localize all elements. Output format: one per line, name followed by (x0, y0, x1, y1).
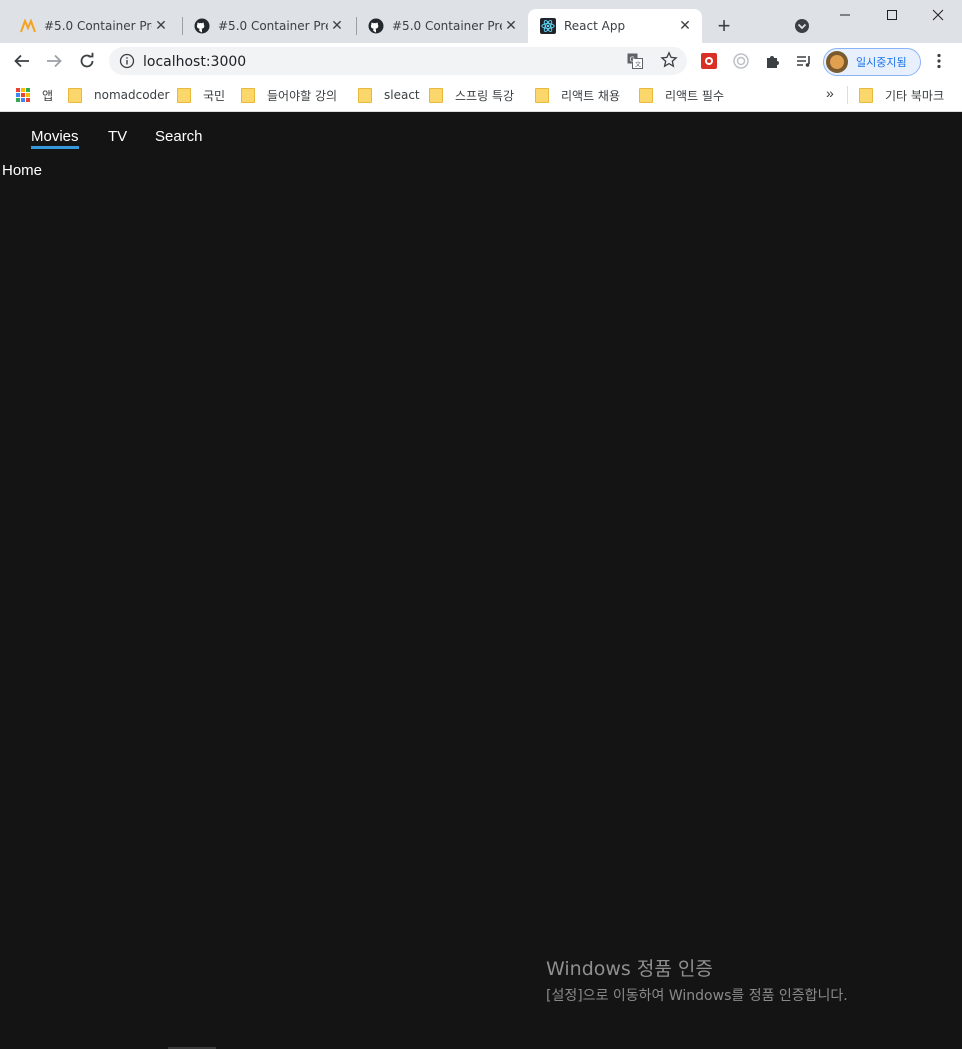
profile-button[interactable]: 일시중지됨 (823, 48, 921, 76)
browser-tab-1[interactable]: #5.0 Container Pres ✕ (8, 9, 178, 43)
extensions-puzzle-icon[interactable] (764, 52, 782, 70)
watermark-subtitle: [설정]으로 이동하여 Windows를 정품 인증합니다. (546, 988, 848, 1004)
bookmark-label: 국민 (203, 88, 226, 103)
app-header-nav: Movies TV Search (0, 112, 962, 162)
bookmark-label: sleact (384, 88, 420, 102)
reload-icon[interactable] (74, 48, 100, 74)
nav-link-movies[interactable]: Movies (31, 128, 79, 149)
bookmark-label: nomadcoder (94, 88, 170, 102)
bookmark-folder-spring[interactable]: 스프링 특강 (429, 85, 514, 105)
watermark-title: Windows 정품 인증 (546, 958, 713, 980)
bookmark-label: 기타 북마크 (885, 88, 945, 103)
address-bar[interactable]: localhost:3000 G文 (109, 47, 687, 75)
tab-title: #5.0 Container Pres (218, 19, 328, 33)
nomadcoders-logo-icon (20, 18, 36, 34)
url-text: localhost:3000 (143, 54, 247, 70)
close-icon[interactable]: ✕ (152, 17, 170, 35)
bookmarks-divider (847, 86, 848, 104)
new-tab-plus-icon[interactable]: + (712, 13, 736, 38)
bookmark-folder-lectures[interactable]: 들어야할 강의 (241, 85, 337, 105)
avatar (826, 51, 848, 73)
close-icon[interactable]: ✕ (328, 17, 346, 35)
nav-link-tv[interactable]: TV (108, 128, 127, 145)
profile-status-label: 일시중지됨 (856, 56, 907, 69)
windows-activation-watermark: Windows 정품 인증 [설정]으로 이동하여 Windows를 정품 인증… (546, 954, 848, 1005)
svg-text:文: 文 (635, 61, 641, 69)
close-icon[interactable]: ✕ (502, 17, 520, 35)
folder-icon (859, 87, 873, 103)
nav-link-search[interactable]: Search (155, 128, 203, 145)
bookmark-label: 들어야할 강의 (267, 88, 338, 103)
translate-icon[interactable]: G文 (627, 53, 643, 69)
github-icon (194, 18, 210, 34)
browser-tab-4-active[interactable]: React App ✕ (528, 9, 702, 43)
react-icon (540, 18, 556, 34)
tab-title: #5.0 Container Pres (392, 19, 502, 33)
browser-tab-3[interactable]: #5.0 Container Pres ✕ (356, 9, 528, 43)
extension-red-icon[interactable] (700, 52, 718, 70)
minimize-icon[interactable] (822, 0, 868, 30)
folder-icon (429, 87, 443, 103)
apps-grid-icon (16, 88, 30, 102)
bookmark-label: 리액트 채용 (561, 88, 621, 103)
menu-kebab-icon[interactable] (930, 52, 948, 70)
folder-icon (535, 87, 549, 103)
bookmark-other-folder[interactable]: 기타 북마크 (859, 85, 944, 105)
media-playlist-icon[interactable] (795, 52, 813, 70)
bookmark-folder-nomadcoder[interactable]: nomadcoder (68, 85, 169, 105)
folder-icon (241, 87, 255, 103)
extension-circle-icon[interactable] (732, 52, 750, 70)
bookmark-label: 스프링 특강 (455, 88, 515, 103)
bookmark-apps[interactable]: 앱 (16, 85, 53, 105)
close-icon[interactable]: ✕ (676, 17, 694, 35)
chevron-double-right-icon[interactable]: » (826, 85, 834, 101)
site-info-icon[interactable] (119, 53, 135, 69)
folder-icon (177, 87, 191, 103)
tab-strip: #5.0 Container Pres ✕ #5.0 Container Pre… (0, 0, 962, 43)
tab-title: #5.0 Container Pres (44, 19, 152, 33)
folder-icon (358, 87, 372, 103)
folder-icon (639, 87, 653, 103)
bookmarks-bar: 앱 nomadcoder 국민 들어야할 강의 sleact 스프링 특강 리액… (0, 79, 962, 112)
folder-icon (68, 87, 82, 103)
bookmark-folder-sleact[interactable]: sleact (358, 85, 420, 105)
bookmark-folder-react-jobs[interactable]: 리액트 채용 (535, 85, 620, 105)
forward-arrow-icon[interactable] (41, 48, 67, 74)
browser-tab-2[interactable]: #5.0 Container Pres ✕ (182, 9, 354, 43)
bookmark-folder-kookmin[interactable]: 국민 (177, 85, 225, 105)
bookmark-label: 앱 (42, 88, 54, 103)
tab-title: React App (564, 19, 626, 33)
page-content-home: Home (2, 162, 43, 179)
page-viewport: Movies TV Search Home Windows 정품 인증 [설정]… (0, 112, 962, 1049)
browser-toolbar: localhost:3000 G文 일시중지됨 (0, 43, 962, 79)
tab-search-icon[interactable] (792, 16, 812, 36)
bookmark-star-icon[interactable] (660, 51, 678, 69)
github-icon (368, 18, 384, 34)
window-close-icon[interactable] (915, 0, 961, 30)
maximize-icon[interactable] (869, 0, 915, 30)
bookmark-label: 리액트 필수 (665, 88, 725, 103)
back-arrow-icon[interactable] (9, 48, 35, 74)
bookmark-folder-react-essential[interactable]: 리액트 필수 (639, 85, 724, 105)
